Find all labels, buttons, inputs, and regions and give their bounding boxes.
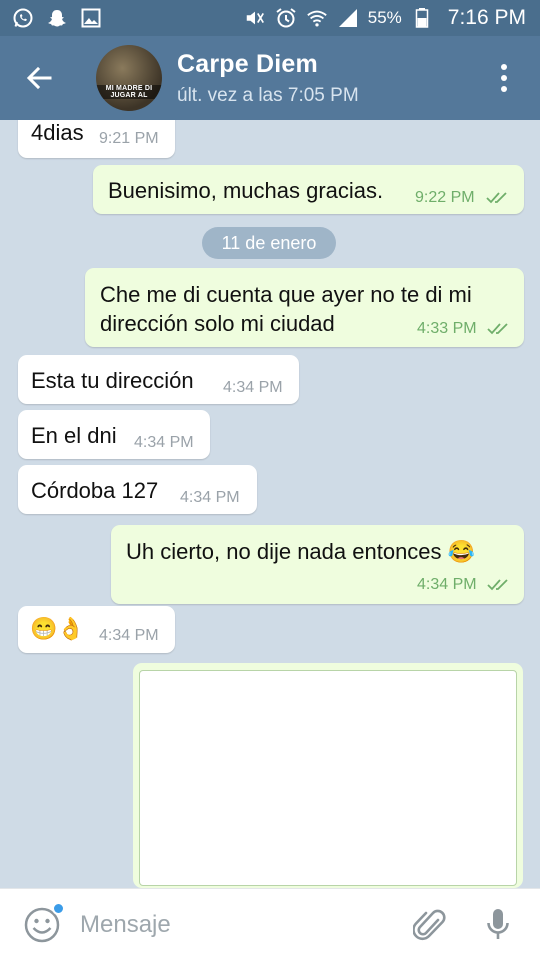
message-incoming[interactable]: Córdoba 127 4:34 PM xyxy=(18,465,257,514)
message-input[interactable]: Mensaje xyxy=(80,911,410,939)
message-time: 4:34 PM xyxy=(223,379,283,396)
notification-dot xyxy=(52,901,65,915)
message-time: 4:34 PM xyxy=(134,434,194,451)
alarm-icon xyxy=(275,7,297,29)
message-incoming[interactable]: 😁👌 4:34 PM xyxy=(18,606,175,653)
message-text: Buenisimo, muchas gracias. xyxy=(108,178,384,203)
avatar-caption: MI MADRE DI JUGAR AL xyxy=(96,85,162,99)
message-text: En el dni xyxy=(31,423,117,448)
message-text: Córdoba 127 xyxy=(31,478,159,503)
message-time: 9:22 PM xyxy=(415,189,475,206)
battery-icon xyxy=(411,7,433,29)
chat-name: Carpe Diem xyxy=(177,49,318,78)
more-options-button[interactable] xyxy=(484,48,524,108)
chat-area[interactable]: 4dias 9:21 PM Buenisimo, muchas gracias.… xyxy=(0,120,540,888)
gallery-icon xyxy=(80,7,102,29)
double-check-icon xyxy=(487,579,508,591)
message-time: 4:34 PM xyxy=(180,489,240,506)
mute-icon xyxy=(244,7,266,29)
wifi-icon xyxy=(306,7,328,29)
message-incoming[interactable]: 4dias 9:21 PM xyxy=(18,120,175,158)
avatar[interactable]: MI MADRE DI JUGAR AL xyxy=(96,45,162,111)
message-text: Esta tu dirección xyxy=(31,368,194,393)
double-check-icon xyxy=(486,192,507,204)
message-text: 4dias xyxy=(31,120,84,145)
message-time: 4:33 PM xyxy=(417,320,477,337)
date-separator: 11 de enero xyxy=(202,227,336,259)
message-input-bar: Mensaje xyxy=(0,888,540,960)
message-text-line-1: Che me di cuenta que ayer no te di mi xyxy=(100,282,472,307)
message-text-line-2: dirección solo mi ciudad xyxy=(100,311,335,336)
back-arrow-icon xyxy=(26,66,52,90)
message-incoming[interactable]: En el dni 4:34 PM xyxy=(18,410,210,459)
menu-dot xyxy=(501,86,507,92)
laughing-emoji: 😂 xyxy=(447,539,476,564)
clock: 7:16 PM xyxy=(447,6,526,29)
message-time: 4:34 PM xyxy=(99,627,159,644)
media-image[interactable] xyxy=(139,670,517,886)
last-seen-status: últ. vez a las 7:05 PM xyxy=(177,84,359,106)
battery-percent: 55% xyxy=(367,8,402,27)
message-outgoing[interactable]: Buenisimo, muchas gracias. 9:22 PM xyxy=(93,165,524,214)
message-outgoing[interactable]: Che me di cuenta que ayer no te di mi di… xyxy=(85,268,524,347)
snapchat-icon xyxy=(46,7,68,29)
status-bar: 55% 7:16 PM xyxy=(0,0,540,36)
message-outgoing[interactable]: Uh cierto, no dije nada entonces 😂 4:34 … xyxy=(111,525,524,604)
signal-icon xyxy=(337,7,359,29)
chat-title-block[interactable]: Carpe Diem últ. vez a las 7:05 PM xyxy=(177,50,359,107)
paperclip-icon xyxy=(413,909,446,940)
message-text: Uh cierto, no dije nada entonces 😂 xyxy=(126,539,475,565)
back-button[interactable] xyxy=(10,36,68,120)
menu-dot xyxy=(501,75,507,81)
message-incoming[interactable]: Esta tu dirección 4:34 PM xyxy=(18,355,299,404)
voice-record-button[interactable] xyxy=(478,905,518,945)
emoji-message: 😁👌 xyxy=(30,616,85,641)
message-time: 9:21 PM xyxy=(99,130,159,147)
emoji-button[interactable] xyxy=(22,901,65,945)
message-time: 4:34 PM xyxy=(417,576,477,593)
media-message-outgoing[interactable] xyxy=(133,663,523,888)
microphone-icon xyxy=(487,908,509,939)
message-text-body: Uh cierto, no dije nada entonces xyxy=(126,539,442,564)
whatsapp-icon xyxy=(12,7,34,29)
menu-dot xyxy=(501,64,507,70)
attach-button[interactable] xyxy=(410,905,450,945)
app-bar: MI MADRE DI JUGAR AL Carpe Diem últ. vez… xyxy=(0,36,540,120)
double-check-icon xyxy=(487,323,508,335)
